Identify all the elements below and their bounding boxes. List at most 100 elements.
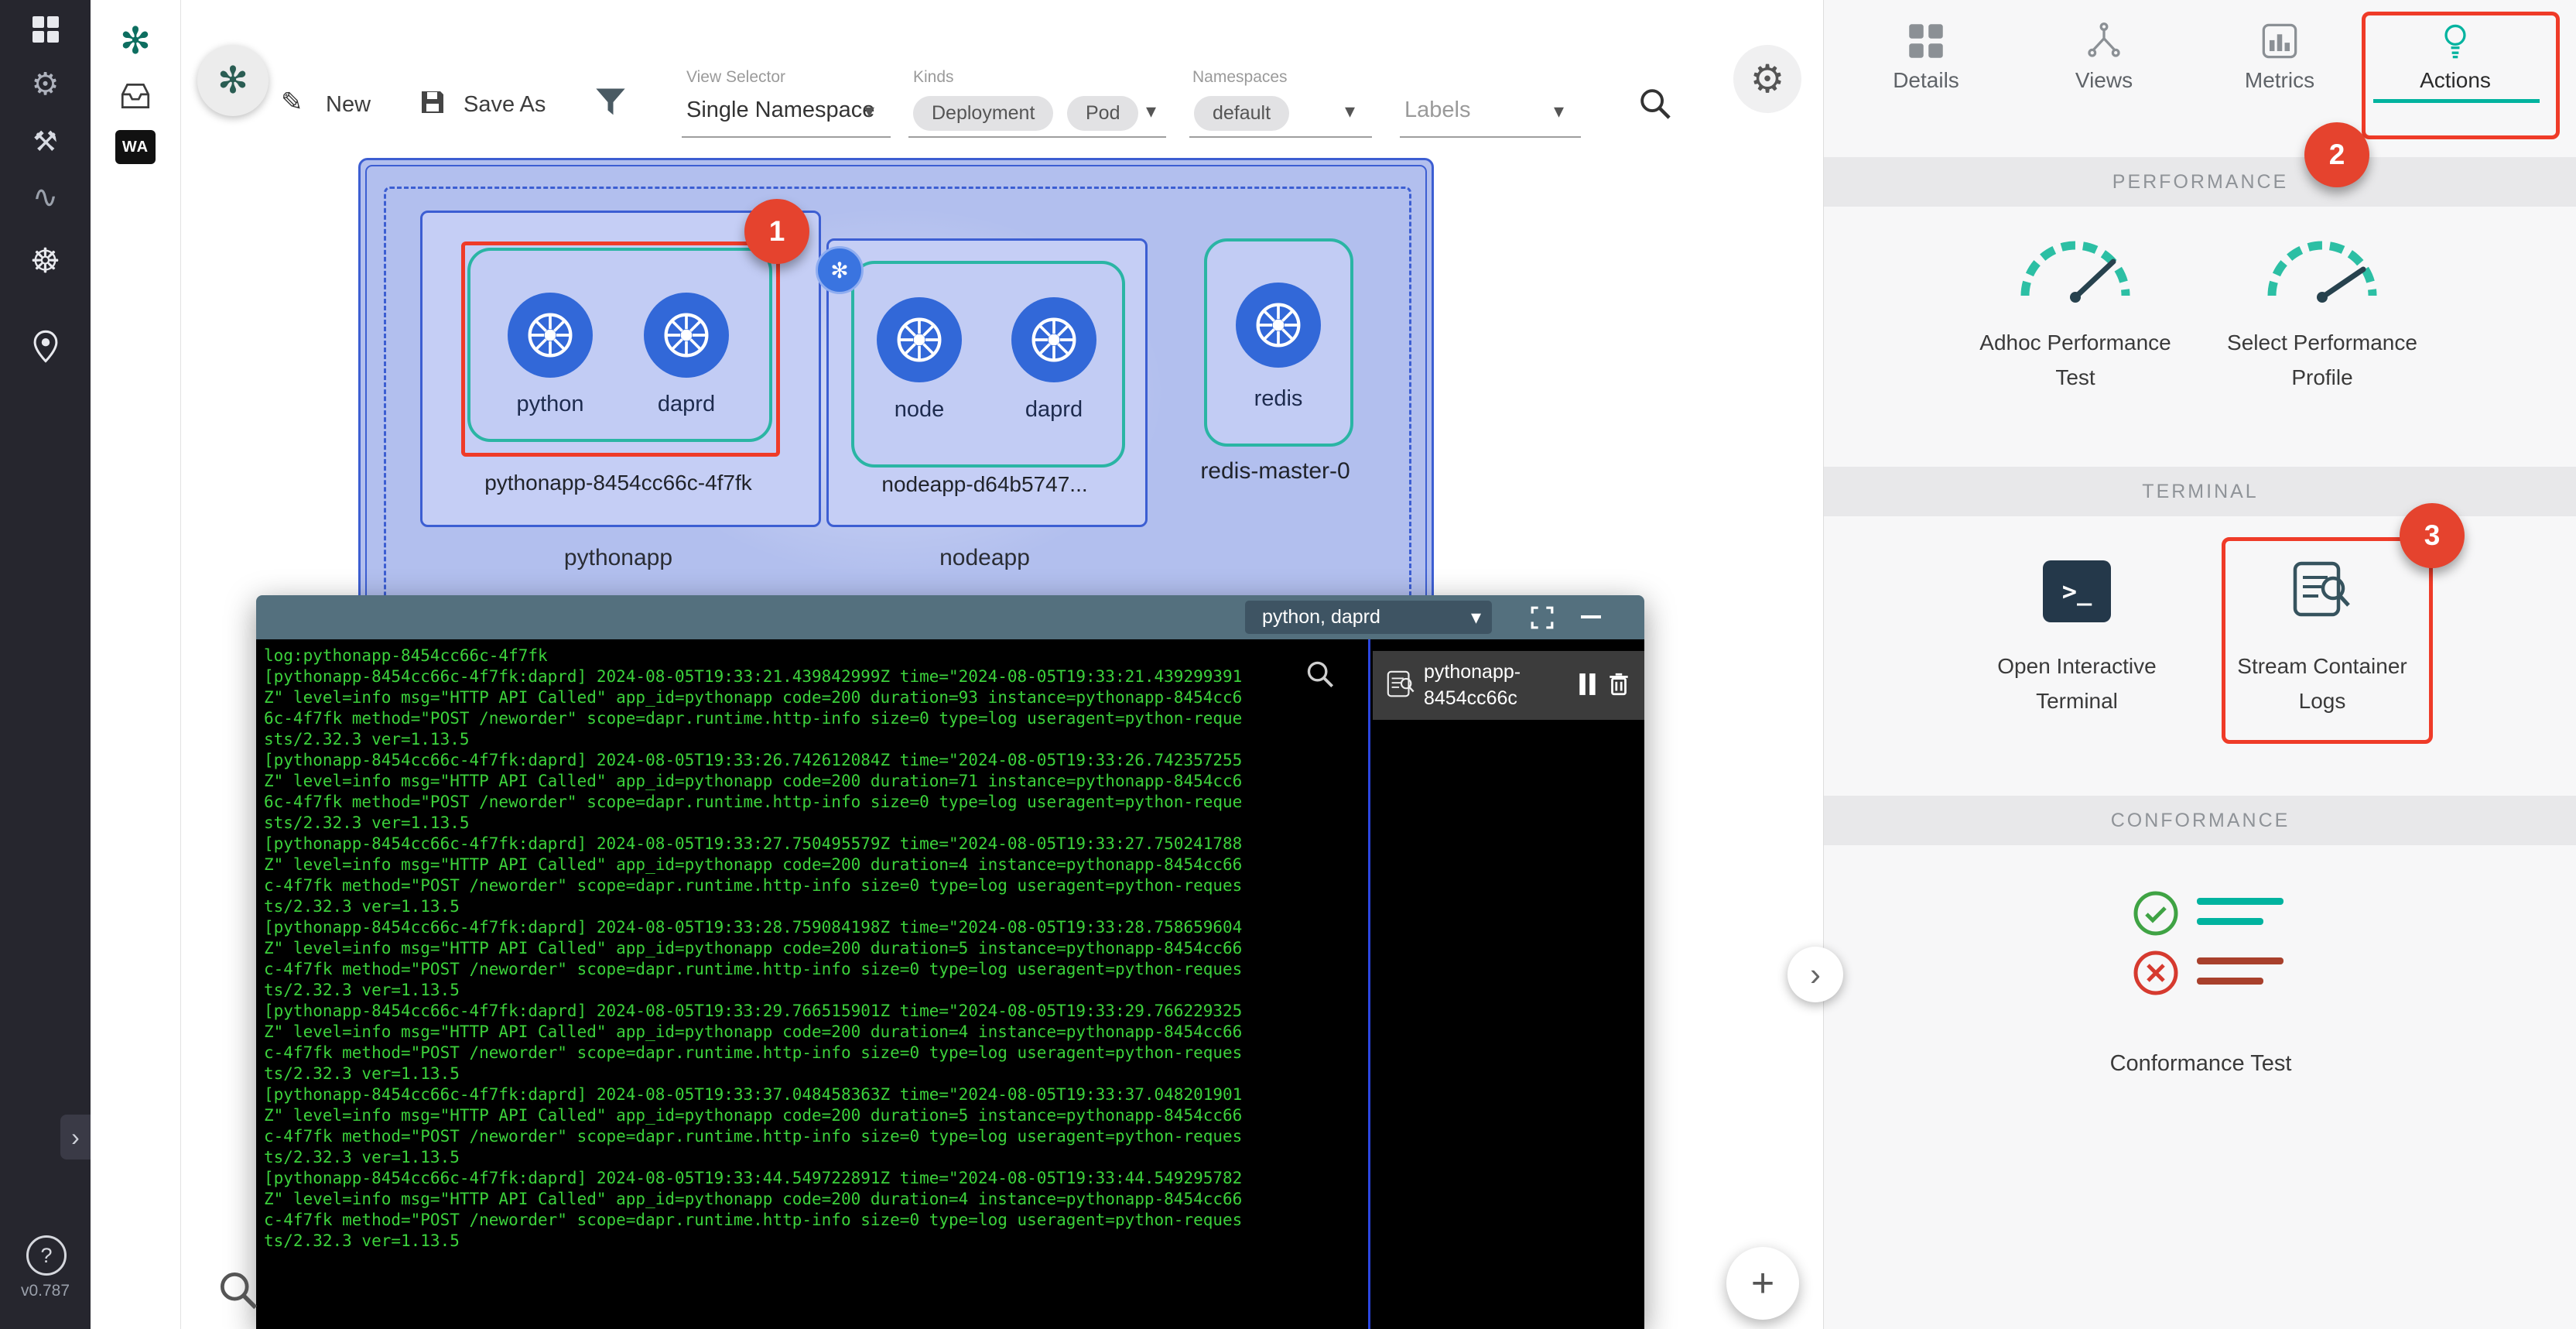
log-line: ts/2.32.3 ver=1.13.5 xyxy=(264,980,1363,1001)
version-label: v0.787 xyxy=(0,1282,91,1300)
log-line: c-4f7fk method="POST /neworder" scope=da… xyxy=(264,959,1363,980)
namespaces-arrow-icon[interactable]: ▾ xyxy=(1345,99,1355,123)
wa-extension-icon[interactable]: WA xyxy=(115,130,156,164)
log-line: [pythonapp-8454cc66c-4f7fk:daprd] 2024-0… xyxy=(264,1168,1363,1189)
log-line: Z" level=info msg="HTTP API Called" app_… xyxy=(264,771,1363,792)
action-adhoc-performance-test[interactable]: Adhoc Performance Test xyxy=(1979,325,2172,395)
log-line: ts/2.32.3 ver=1.13.5 xyxy=(264,896,1363,917)
log-line: [pythonapp-8454cc66c-4f7fk:daprd] 2024-0… xyxy=(264,1084,1363,1105)
action-conformance-test[interactable]: Conformance Test xyxy=(2046,1051,2355,1077)
labels-arrow-icon[interactable]: ▾ xyxy=(1554,99,1564,123)
lifecycle-gears-icon[interactable]: ⚙ xyxy=(0,67,91,102)
view-selector-underline xyxy=(682,136,891,138)
delete-stream-icon[interactable] xyxy=(1606,671,1631,697)
log-line: log:pythonapp-8454cc66c-4f7fk xyxy=(264,646,1363,666)
pod-name-label: pythonapp-8454cc66c-4f7fk xyxy=(420,471,816,495)
pod-box-nodeapp[interactable]: node daprd xyxy=(851,261,1125,468)
help-button[interactable]: ? xyxy=(26,1235,67,1276)
sidebar-expand-button[interactable]: › xyxy=(60,1115,91,1159)
views-branch-icon xyxy=(2085,22,2123,60)
terminal-pane-divider[interactable] xyxy=(1368,639,1370,1329)
container-node-node[interactable] xyxy=(877,297,962,382)
namespace-chip-default[interactable]: default xyxy=(1194,96,1289,131)
gauge-icon xyxy=(2010,232,2141,306)
kind-chip-pod[interactable]: Pod xyxy=(1067,96,1138,131)
app-root: ⚙ ⚒ ∿ ☸ › ? v0.787 ✻ WA ✻ ✎ New Save As xyxy=(0,0,2576,1329)
terminal-container-select-value: python, daprd xyxy=(1262,606,1380,629)
save-icon xyxy=(419,88,446,120)
view-selector-arrow-icon[interactable]: ▾ xyxy=(864,99,874,123)
kinds-arrow-icon[interactable]: ▾ xyxy=(1146,99,1156,123)
labels-select[interactable]: Labels xyxy=(1404,98,1470,123)
log-line: [pythonapp-8454cc66c-4f7fk:daprd] 2024-0… xyxy=(264,750,1363,771)
tab-details[interactable]: Details xyxy=(1833,8,2019,104)
log-search-icon[interactable] xyxy=(1305,659,1335,693)
search-icon[interactable] xyxy=(1638,87,1672,125)
deployment-name-label: nodeapp xyxy=(826,545,1143,571)
action-open-interactive-terminal[interactable]: Open Interactive Terminal xyxy=(1980,649,2174,718)
log-line: c-4f7fk method="POST /neworder" scope=da… xyxy=(264,1210,1363,1231)
container-node-python[interactable] xyxy=(508,293,593,378)
mesh-wheel-icon[interactable]: ☸ xyxy=(0,241,91,281)
pod-box-redis[interactable]: redis xyxy=(1204,238,1353,447)
container-label: redis xyxy=(1216,386,1340,412)
tab-label: Views xyxy=(2075,68,2133,93)
fail-line xyxy=(2197,978,2263,985)
tab-views[interactable]: Views xyxy=(2011,8,2197,104)
dashboard-grid-icon[interactable] xyxy=(0,14,91,49)
performance-curve-icon[interactable]: ∿ xyxy=(0,180,91,215)
log-line: Z" level=info msg="HTTP API Called" app_… xyxy=(264,1105,1363,1126)
terminal-select-arrow-icon: ▾ xyxy=(1471,605,1481,629)
terminal-container-select[interactable]: python, daprd ▾ xyxy=(1245,601,1492,634)
namespaces-label: Namespaces xyxy=(1192,68,1288,87)
settings-gear-button[interactable]: ⚙ xyxy=(1733,45,1801,113)
extension-sidebar: ✻ WA xyxy=(91,0,181,1329)
new-button[interactable]: New xyxy=(321,91,375,118)
log-output-area[interactable]: log:pythonapp-8454cc66c-4f7fk [pythonapp-… xyxy=(264,646,1363,1323)
main-canvas: ✻ ✎ New Save As View Selector Single Nam… xyxy=(180,0,1823,1329)
log-line: [pythonapp-8454cc66c-4f7fk:daprd] 2024-0… xyxy=(264,917,1363,938)
container-logs-icon xyxy=(1385,668,1416,702)
add-node-fab[interactable]: + xyxy=(1726,1247,1799,1320)
kanvas-flower-button[interactable]: ✻ xyxy=(197,45,269,116)
deployment-name-label: pythonapp xyxy=(420,545,816,571)
kubernetes-wheel-icon xyxy=(660,309,713,361)
section-header-terminal: TERMINAL xyxy=(1824,467,2576,516)
tab-metrics[interactable]: Metrics xyxy=(2187,8,2372,104)
location-pin-icon[interactable] xyxy=(0,328,91,369)
gauge-icon xyxy=(2256,232,2388,306)
pause-stream-icon[interactable] xyxy=(1577,673,1599,696)
log-line: Z" level=info msg="HTTP API Called" app_… xyxy=(264,938,1363,959)
tab-label: Metrics xyxy=(2245,68,2314,93)
log-line: 6c-4f7fk method="POST /neworder" scope=d… xyxy=(264,792,1363,813)
save-as-button[interactable]: Save As xyxy=(459,91,550,118)
container-node-redis[interactable] xyxy=(1236,283,1321,368)
terminal-minimize-icon[interactable] xyxy=(1581,615,1601,618)
dock-collapse-chevron[interactable]: › xyxy=(1787,947,1843,1002)
archive-icon[interactable] xyxy=(91,74,180,118)
container-label: daprd xyxy=(624,392,748,417)
pencil-icon: ✎ xyxy=(281,87,303,118)
log-line: sts/2.32.3 ver=1.13.5 xyxy=(264,729,1363,750)
pod-box-pythonapp[interactable]: python daprd xyxy=(467,248,772,442)
view-selector-select[interactable]: Single Namespace xyxy=(686,98,874,123)
dapr-sidecar-icon[interactable]: ✻ xyxy=(816,246,864,294)
annotation-box-2 xyxy=(2362,12,2560,139)
container-node-daprd[interactable] xyxy=(644,293,729,378)
container-label: node xyxy=(857,397,981,423)
kanvas-logo-icon[interactable]: ✻ xyxy=(91,19,180,63)
stream-list-item-selected[interactable]: pythonapp-8454cc66c xyxy=(1373,651,1644,720)
action-select-performance-profile[interactable]: Select Performance Profile xyxy=(2225,325,2419,395)
terminal-fullscreen-icon[interactable] xyxy=(1530,605,1555,634)
terminal-header[interactable]: python, daprd ▾ xyxy=(256,595,1644,639)
canvas-zoom-icon[interactable] xyxy=(217,1269,259,1315)
terminal-window: python, daprd ▾ log:pythonapp-8454cc66c-… xyxy=(256,595,1644,1329)
left-sidebar: ⚙ ⚒ ∿ ☸ › ? v0.787 xyxy=(0,0,91,1329)
configuration-tools-icon[interactable]: ⚒ xyxy=(0,125,91,158)
log-line: Z" level=info msg="HTTP API Called" app_… xyxy=(264,1189,1363,1210)
kind-chip-deployment[interactable]: Deployment xyxy=(913,96,1053,131)
container-node-daprd[interactable] xyxy=(1011,297,1096,382)
filter-funnel-icon[interactable] xyxy=(594,87,627,122)
log-line: ts/2.32.3 ver=1.13.5 xyxy=(264,1147,1363,1168)
log-line: ts/2.32.3 ver=1.13.5 xyxy=(264,1064,1363,1084)
